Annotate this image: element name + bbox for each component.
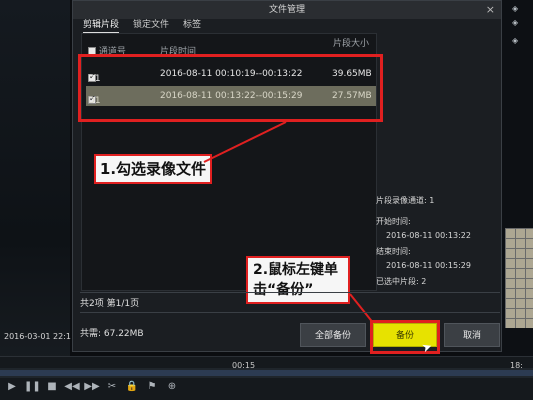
play-icon[interactable]: ▶ xyxy=(4,381,20,400)
cancel-button[interactable]: 取消 xyxy=(444,323,500,347)
pause-icon[interactable]: ❚❚ xyxy=(24,381,41,400)
tab-locked-files[interactable]: 锁定文件 xyxy=(133,17,169,33)
callout-arrow xyxy=(203,121,287,163)
pagination: 共2项 第1/1页 xyxy=(80,299,140,309)
step2-callout: 2.鼠标左键单 击“备份” xyxy=(246,256,350,304)
rewind-icon[interactable]: ◀◀ xyxy=(64,381,80,400)
info-end-value: 2016-08-11 00:15:29 xyxy=(386,261,471,270)
rows-highlight xyxy=(78,54,383,122)
dialog-tabs: 剪辑片段 锁定文件 标签 xyxy=(83,17,201,33)
clip-icon[interactable]: ✂ xyxy=(104,381,120,400)
timeline-bar[interactable] xyxy=(0,368,533,378)
total-size: 共需: 67.22MB xyxy=(80,329,144,339)
backup-all-button[interactable]: 全部备份 xyxy=(300,323,366,347)
close-icon[interactable]: × xyxy=(486,3,495,16)
lock-icon[interactable]: 🔒 xyxy=(124,381,140,400)
status-cell: ◈ xyxy=(512,36,519,45)
recording-segment xyxy=(0,370,533,376)
tag-icon[interactable]: ⚑ xyxy=(144,381,160,400)
status-cell: ◈ xyxy=(512,18,519,27)
forward-icon[interactable]: ▶▶ xyxy=(84,381,100,400)
info-start-label: 开始时间: xyxy=(376,217,411,226)
header-size: 片段大小 xyxy=(333,39,370,49)
status-cell: ◈ xyxy=(512,4,519,13)
stop-icon[interactable]: ■ xyxy=(44,381,60,400)
step1-callout: 1.勾选录像文件 xyxy=(94,154,212,184)
info-start-value: 2016-08-11 00:13:22 xyxy=(386,231,471,240)
info-end-label: 结束时间: xyxy=(376,247,411,256)
divider xyxy=(80,312,500,313)
playback-controls: ▶ ❚❚ ■ ◀◀ ▶▶ ✂ 🔒 ⚑ ⊕ xyxy=(0,381,533,400)
info-channel: 片段录像通道: 1 xyxy=(376,196,435,205)
zoom-icon[interactable]: ⊕ xyxy=(164,381,180,400)
tab-clips[interactable]: 剪辑片段 xyxy=(83,17,120,33)
info-selected: 已选中片段: 2 xyxy=(376,277,427,286)
divider xyxy=(80,292,500,293)
timeline-date: 2016-03-01 22:1 xyxy=(4,332,71,341)
right-status-strip: ◈ ◈ ◈ xyxy=(512,0,533,400)
tab-tags[interactable]: 标签 xyxy=(183,17,201,33)
clip-info-panel: 片段录像通道: 1 开始时间: 2016-08-11 00:13:22 结束时间… xyxy=(376,195,500,291)
